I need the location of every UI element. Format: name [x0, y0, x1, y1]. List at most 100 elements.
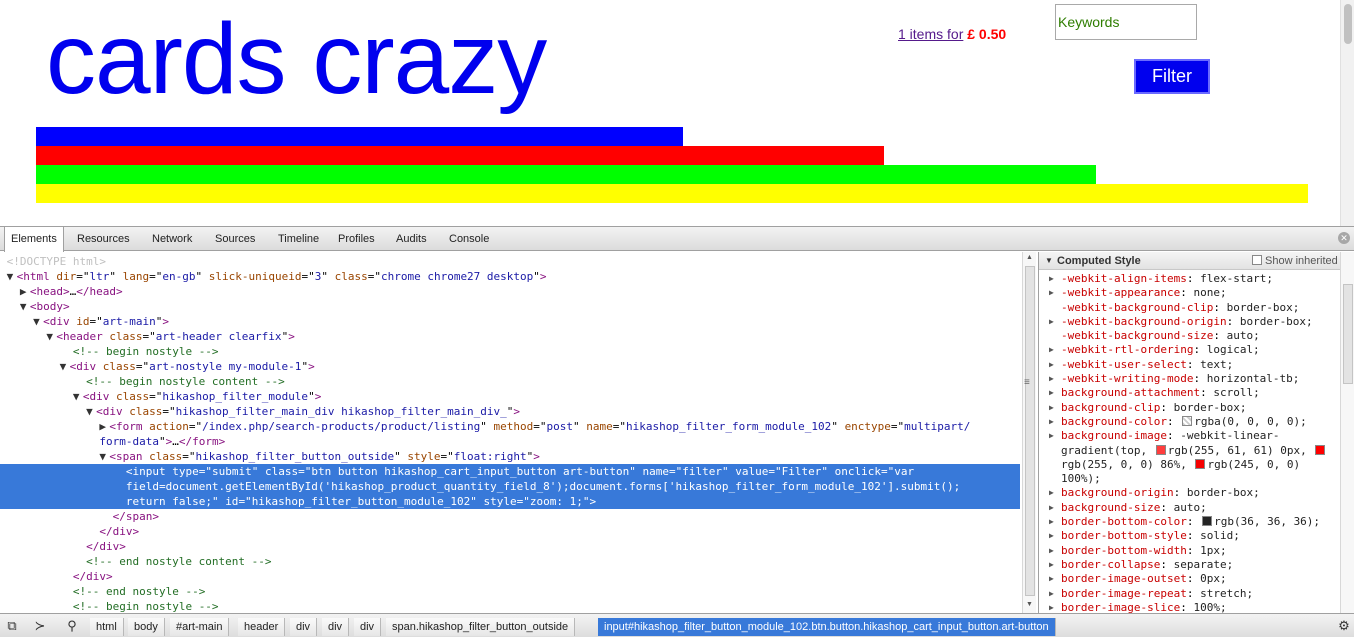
dom-line[interactable]: ▼ <header class="art-header clearfix"> — [0, 329, 1020, 344]
color-swatch-icon[interactable] — [1315, 444, 1326, 455]
computed-property[interactable]: ▶ background-attachment: scroll; — [1039, 386, 1341, 400]
dom-line[interactable]: <!-- begin nostyle --> — [0, 344, 1020, 359]
tab-profiles[interactable]: Profiles — [332, 227, 381, 251]
dom-line[interactable]: ▶ <head>…</head> — [0, 284, 1020, 299]
collapse-triangle-icon[interactable]: ▼ — [1045, 252, 1053, 270]
computed-property[interactable]: ▶ -webkit-user-select: text; — [1039, 358, 1341, 372]
page-scrollbar[interactable] — [1340, 0, 1354, 226]
computed-property[interactable]: ▶ -webkit-background-origin: border-box; — [1039, 315, 1341, 329]
dom-line[interactable]: ▶ <form action="/index.php/search-product… — [0, 419, 1020, 434]
breadcrumb-item[interactable]: input#hikashop_filter_button_module_102.… — [598, 618, 1056, 636]
expand-triangle-icon[interactable]: ▶ — [1049, 315, 1054, 329]
computed-property[interactable]: ▶ border-collapse: separate; — [1039, 558, 1341, 572]
expand-triangle-icon[interactable]: ▶ — [1049, 558, 1054, 572]
expand-triangle-icon[interactable]: ▶ — [1049, 529, 1054, 543]
breadcrumb-item[interactable]: html — [90, 618, 124, 636]
dom-line[interactable]: <!-- end nostyle content --> — [0, 554, 1020, 569]
dom-line[interactable]: </div> — [0, 524, 1020, 539]
expand-triangle-icon[interactable]: ▶ — [1049, 372, 1054, 386]
expand-triangle-icon[interactable]: ▶ — [1049, 601, 1054, 613]
dom-line[interactable]: </div> — [0, 569, 1020, 584]
breadcrumb-item[interactable]: div — [290, 618, 318, 636]
expand-triangle-icon[interactable]: ▶ — [1049, 501, 1054, 515]
color-swatch-icon[interactable] — [1202, 516, 1213, 527]
computed-property[interactable]: ▶ border-bottom-color: rgb(36, 36, 36); — [1039, 515, 1341, 529]
console-drawer-icon[interactable]: ≻ — [32, 618, 48, 634]
computed-property[interactable]: ▶ border-bottom-style: solid; — [1039, 529, 1341, 543]
computed-property[interactable]: ▶ background-size: auto; — [1039, 501, 1341, 515]
computed-property[interactable]: ▶ background-color: rgba(0, 0, 0, 0); — [1039, 415, 1341, 429]
color-swatch-icon[interactable] — [1195, 458, 1206, 469]
cart-link[interactable]: 1 items for — [898, 26, 963, 42]
show-inherited-toggle[interactable]: Show inherited — [1252, 252, 1338, 270]
keywords-input[interactable] — [1055, 4, 1197, 40]
expand-triangle-icon[interactable]: ▶ — [1049, 358, 1054, 372]
color-swatch-icon[interactable] — [1155, 444, 1166, 455]
breadcrumb-item[interactable]: #art-main — [170, 618, 230, 636]
tab-audits[interactable]: Audits — [390, 227, 433, 251]
expand-triangle-icon[interactable]: ▶ — [1049, 486, 1054, 500]
expand-triangle-icon[interactable]: ▶ — [1049, 401, 1054, 415]
dom-line[interactable]: <!DOCTYPE html> — [0, 254, 1020, 269]
expand-triangle-icon[interactable]: ▶ — [1049, 429, 1054, 443]
checkbox-icon[interactable] — [1252, 255, 1262, 265]
dom-line[interactable]: ▼ <div class="art-nostyle my-module-1"> — [0, 359, 1020, 374]
expand-triangle-icon[interactable]: ▶ — [1049, 386, 1054, 400]
dom-line-selected[interactable]: field=document.getElementById('hikashop_… — [0, 479, 1020, 494]
computed-property[interactable]: ▶ border-image-slice: 100%; — [1039, 601, 1341, 613]
tab-timeline[interactable]: Timeline — [272, 227, 325, 251]
breadcrumb-item[interactable]: span.hikashop_filter_button_outside — [386, 618, 576, 636]
expand-triangle-icon[interactable]: ▶ — [1049, 587, 1054, 601]
computed-property[interactable]: ▶ background-image: -webkit-linear-gradie… — [1039, 429, 1341, 486]
computed-property[interactable]: ▶ -webkit-writing-mode: horizontal-tb; — [1039, 372, 1341, 386]
expand-triangle-icon[interactable]: ▶ — [1049, 415, 1054, 429]
expand-triangle-icon[interactable]: ▶ — [1049, 544, 1054, 558]
scroll-up-arrow-icon[interactable]: ▲ — [1026, 254, 1033, 261]
site-title[interactable]: cards crazy — [46, 4, 547, 114]
computed-property[interactable]: ▶ border-image-repeat: stretch; — [1039, 587, 1341, 601]
computed-property[interactable]: ▶ -webkit-rtl-ordering: logical; — [1039, 343, 1341, 357]
breadcrumb-item[interactable]: div — [354, 618, 382, 636]
tab-resources[interactable]: Resources — [71, 227, 136, 251]
dom-tree[interactable]: <!DOCTYPE html> ▼ <html dir="ltr" lang="e… — [0, 252, 1022, 613]
dom-line[interactable]: ▼ <body> — [0, 299, 1020, 314]
breadcrumb-item[interactable]: div — [322, 618, 350, 636]
filter-button[interactable]: Filter — [1134, 59, 1210, 94]
expand-triangle-icon[interactable]: ▶ — [1049, 572, 1054, 586]
expand-triangle-icon[interactable]: ▶ — [1049, 286, 1054, 300]
dom-line[interactable]: <!-- begin nostyle --> — [0, 599, 1020, 613]
computed-property[interactable]: ▶ border-bottom-width: 1px; — [1039, 544, 1341, 558]
dom-line[interactable]: ▼ <div class="hikashop_filter_module"> — [0, 389, 1020, 404]
computed-property[interactable]: -webkit-background-clip: border-box; — [1039, 301, 1341, 315]
computed-property[interactable]: ▶ background-clip: border-box; — [1039, 401, 1341, 415]
dom-line[interactable]: ▼ <div class="hikashop_filter_main_div hi… — [0, 404, 1020, 419]
computed-style-scrollbar[interactable] — [1340, 252, 1354, 613]
dom-tree-scrollbar[interactable]: ▲ ≡ ▼ — [1022, 252, 1036, 613]
search-icon[interactable]: ⚲ — [64, 618, 80, 634]
computed-property[interactable]: -webkit-background-size: auto; — [1039, 329, 1341, 343]
dock-icon[interactable]: ⧉ — [4, 618, 20, 634]
close-icon[interactable]: ✕ — [1338, 232, 1350, 244]
scroll-down-arrow-icon[interactable]: ▼ — [1026, 601, 1033, 608]
computed-property[interactable]: ▶ -webkit-align-items: flex-start; — [1039, 272, 1341, 286]
dom-line-selected[interactable]: <input type="submit" class="btn button h… — [0, 464, 1020, 479]
expand-triangle-icon[interactable]: ▶ — [1049, 343, 1054, 357]
dom-line[interactable]: form-data">…</form> — [0, 434, 1020, 449]
dom-line[interactable]: </span> — [0, 509, 1020, 524]
dom-line[interactable]: <!-- end nostyle --> — [0, 584, 1020, 599]
dom-line[interactable]: ▼ <span class="hikashop_filter_button_out… — [0, 449, 1020, 464]
dom-line[interactable]: </div> — [0, 539, 1020, 554]
computed-property[interactable]: ▶ border-image-outset: 0px; — [1039, 572, 1341, 586]
tab-sources[interactable]: Sources — [209, 227, 261, 251]
computed-style-header[interactable]: ▼ Computed Style Show inherited — [1039, 252, 1354, 270]
tab-console[interactable]: Console — [443, 227, 495, 251]
breadcrumb-item[interactable]: header — [238, 618, 286, 636]
dom-line[interactable]: ▼ <div id="art-main"> — [0, 314, 1020, 329]
tab-network[interactable]: Network — [146, 227, 198, 251]
dom-line[interactable]: ▼ <html dir="ltr" lang="en-gb" slick-uniq… — [0, 269, 1020, 284]
breadcrumb-item[interactable]: body — [128, 618, 165, 636]
expand-triangle-icon[interactable]: ▶ — [1049, 272, 1054, 286]
tab-elements[interactable]: Elements — [4, 227, 64, 252]
dom-line-selected[interactable]: return false;" id="hikashop_filter_butto… — [0, 494, 1020, 509]
computed-property[interactable]: ▶ background-origin: border-box; — [1039, 486, 1341, 500]
